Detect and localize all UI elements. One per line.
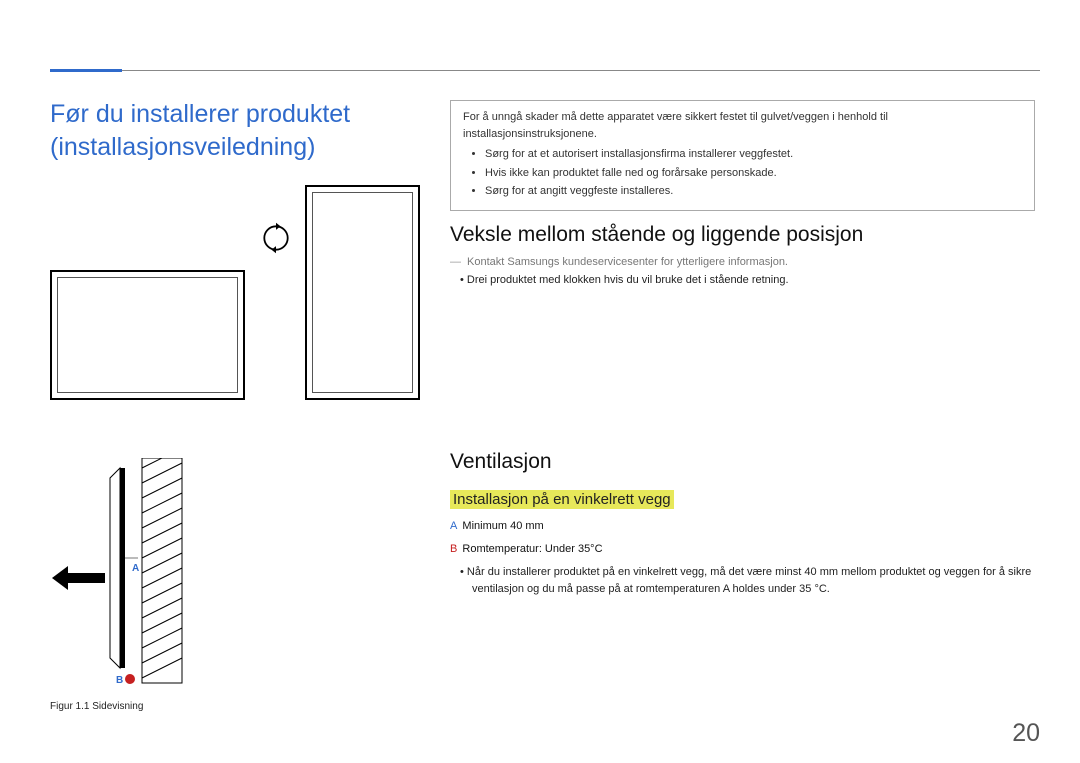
warning-item: Sørg for at angitt veggfeste installeres… — [485, 183, 1022, 200]
orientation-note: Kontakt Samsungs kundeservicesenter for … — [450, 256, 788, 268]
spec-a: A Minimum 40 mm — [450, 520, 544, 532]
spec-a-text: Minimum 40 mm — [462, 520, 543, 532]
warning-box: For å unngå skader må dette apparatet væ… — [450, 100, 1035, 211]
page-title: Før du installerer produktet (installasj… — [50, 98, 420, 163]
accent-bar — [50, 69, 122, 72]
spec-a-label: A — [450, 520, 457, 532]
label-b: B — [116, 675, 123, 686]
warning-item: Hvis ikke kan produktet falle ned og for… — [485, 165, 1022, 182]
screen-portrait-icon — [305, 185, 420, 400]
top-rule — [50, 70, 1040, 71]
warning-intro: For å unngå skader må dette apparatet væ… — [463, 109, 1022, 142]
section-orientation-title: Veksle mellom stående og liggende posisj… — [450, 223, 863, 247]
screen-landscape-icon — [50, 270, 245, 400]
warning-item: Sørg for at et autorisert installasjonsf… — [485, 146, 1022, 163]
wall-hatch-icon — [142, 458, 182, 683]
rotate-clockwise-icon — [258, 220, 294, 256]
orientation-bullet: Drei produktet med klokken hvis du vil b… — [472, 274, 789, 286]
section-ventilation-title: Ventilasjon — [450, 450, 552, 474]
dot-b-icon — [125, 674, 135, 684]
figure-caption: Figur 1.1 Sidevisning — [50, 701, 143, 712]
ventilation-bullet: Når du installerer produktet på en vinke… — [472, 564, 1032, 597]
ventilation-subtitle: Installasjon på en vinkelrett vegg — [450, 490, 674, 509]
page-number: 20 — [1012, 719, 1040, 748]
arrow-left-icon — [52, 566, 105, 590]
sideview-diagram: A B — [50, 458, 420, 708]
spec-b-text: Romtemperatur: Under 35°C — [462, 543, 602, 555]
warning-list: Sørg for at et autorisert installasjonsf… — [463, 146, 1022, 200]
spec-b: B Romtemperatur: Under 35°C — [450, 543, 603, 555]
spec-b-label: B — [450, 543, 457, 555]
orientation-diagram — [50, 185, 420, 415]
label-a: A — [132, 563, 139, 574]
